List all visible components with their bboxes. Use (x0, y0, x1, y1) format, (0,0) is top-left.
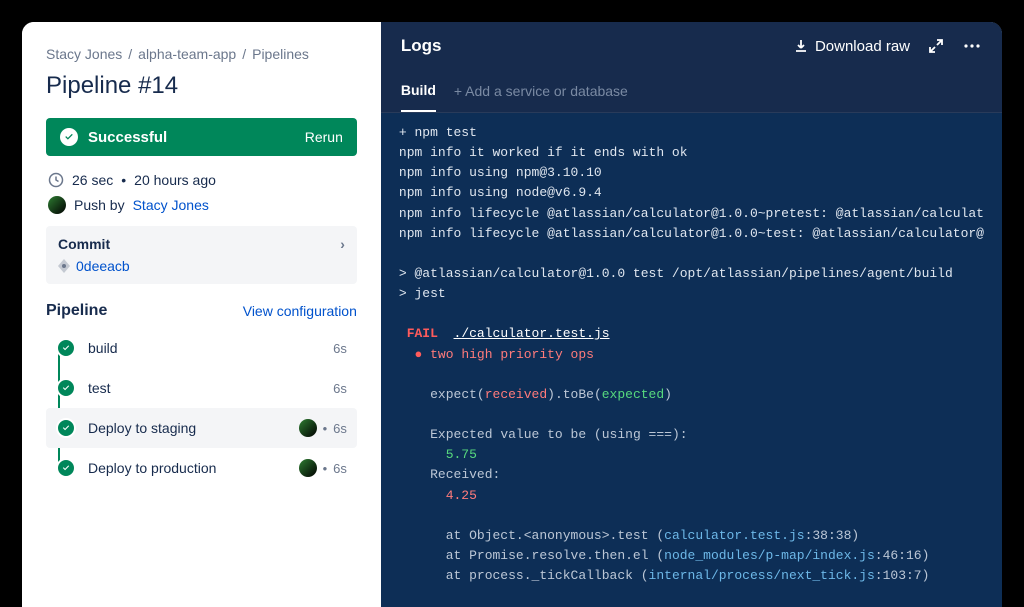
duration-text: 26 sec (72, 172, 113, 188)
log-output[interactable]: + npm testnpm info it worked if it ends … (381, 113, 1002, 607)
step-time: 6s (333, 421, 347, 436)
log-line: > jest (399, 284, 984, 304)
step-time: 6s (333, 341, 347, 356)
step-name: Deploy to production (88, 460, 299, 476)
pipeline-heading: Pipeline (46, 302, 107, 320)
tab-build[interactable]: Build (401, 70, 436, 112)
log-line: npm info lifecycle @atlassian/calculator… (399, 204, 984, 224)
pipeline-step[interactable]: test6s (46, 368, 357, 408)
step-meta: 6s (333, 341, 347, 356)
log-line: Expected value to be (using ===): (399, 425, 984, 445)
log-line: at Promise.resolve.then.el (node_modules… (399, 546, 984, 566)
rerun-button[interactable]: Rerun (305, 129, 343, 145)
log-line: 4.25 (399, 486, 984, 506)
log-line: npm info using node@v6.9.4 (399, 183, 984, 203)
log-line: > @atlassian/calculator@1.0.0 test /opt/… (399, 264, 984, 284)
log-line: npm info lifecycle @atlassian/calculator… (399, 224, 984, 244)
step-name: build (88, 340, 333, 356)
log-line: expect(received).toBe(expected) (399, 385, 984, 405)
chevron-right-icon: › (340, 236, 345, 252)
step-success-icon (56, 338, 76, 358)
step-success-icon (56, 378, 76, 398)
pipeline-step[interactable]: build6s (46, 328, 357, 368)
avatar (299, 419, 317, 437)
step-meta: 6s (333, 381, 347, 396)
step-meta: • 6s (299, 459, 347, 477)
avatar (48, 196, 66, 214)
more-button[interactable] (962, 38, 982, 54)
more-icon (962, 38, 982, 54)
log-line: FAIL ./calculator.test.js (399, 324, 984, 344)
expand-icon (928, 38, 944, 54)
avatar (299, 459, 317, 477)
breadcrumb-owner[interactable]: Stacy Jones (46, 46, 122, 62)
download-icon (793, 38, 809, 54)
breadcrumb-separator: / (128, 46, 132, 62)
dot-separator: • (121, 172, 126, 188)
log-line (399, 405, 984, 425)
log-line: npm info using npm@3.10.10 (399, 163, 984, 183)
breadcrumb: Stacy Jones / alpha-team-app / Pipelines (46, 46, 357, 62)
push-prefix: Push by (74, 197, 125, 213)
log-line: Received: (399, 465, 984, 485)
log-line: at Object.<anonymous>.test (calculator.t… (399, 526, 984, 546)
pipeline-step[interactable]: Deploy to production • 6s (46, 448, 357, 488)
download-raw-button[interactable]: Download raw (793, 38, 910, 55)
log-line: + npm test (399, 123, 984, 143)
commit-hash-link[interactable]: 0deeacb (76, 258, 130, 274)
commit-heading: Commit (58, 236, 110, 252)
log-line: npm info it worked if it ends with ok (399, 143, 984, 163)
commit-icon (58, 259, 70, 273)
logs-header: Logs Download raw (381, 22, 1002, 70)
status-label: Successful (88, 129, 167, 146)
log-line (399, 365, 984, 385)
log-line: at process._tickCallback (internal/proce… (399, 566, 984, 586)
pipeline-steps: build6stest6sDeploy to staging•6sDeploy … (46, 328, 357, 488)
dot-separator: • (323, 461, 328, 476)
step-name: test (88, 380, 333, 396)
page-title: Pipeline #14 (46, 72, 357, 100)
push-row: Push by Stacy Jones (48, 196, 355, 214)
step-success-icon (56, 458, 76, 478)
dot-separator: • (323, 421, 328, 436)
pipeline-step[interactable]: Deploy to staging • 6s (46, 408, 357, 448)
log-line (399, 304, 984, 324)
step-time: 6s (333, 461, 347, 476)
step-name: Deploy to staging (88, 420, 299, 436)
expand-button[interactable] (928, 38, 944, 54)
step-meta: • 6s (299, 419, 347, 437)
commit-box[interactable]: Commit › 0deeacb (46, 226, 357, 284)
tab-add-service[interactable]: + Add a service or database (454, 71, 628, 111)
clock-icon (48, 172, 64, 188)
log-line (399, 586, 984, 606)
user-link[interactable]: Stacy Jones (133, 197, 209, 213)
timing-row: 26 sec • 20 hours ago (48, 172, 355, 188)
download-label: Download raw (815, 38, 910, 55)
status-bar: Successful Rerun (46, 118, 357, 156)
breadcrumb-repo[interactable]: alpha-team-app (138, 46, 236, 62)
step-time: 6s (333, 381, 347, 396)
log-line: 5.75 (399, 445, 984, 465)
log-line (399, 506, 984, 526)
time-ago: 20 hours ago (134, 172, 216, 188)
step-success-icon (56, 418, 76, 438)
log-line (399, 244, 984, 264)
success-check-icon (60, 128, 78, 146)
breadcrumb-separator: / (242, 46, 246, 62)
logs-title: Logs (401, 36, 442, 56)
view-configuration-link[interactable]: View configuration (243, 303, 357, 319)
breadcrumb-section[interactable]: Pipelines (252, 46, 309, 62)
log-line: ● two high priority ops (399, 345, 984, 365)
logs-tabs: Build + Add a service or database (381, 70, 1002, 113)
